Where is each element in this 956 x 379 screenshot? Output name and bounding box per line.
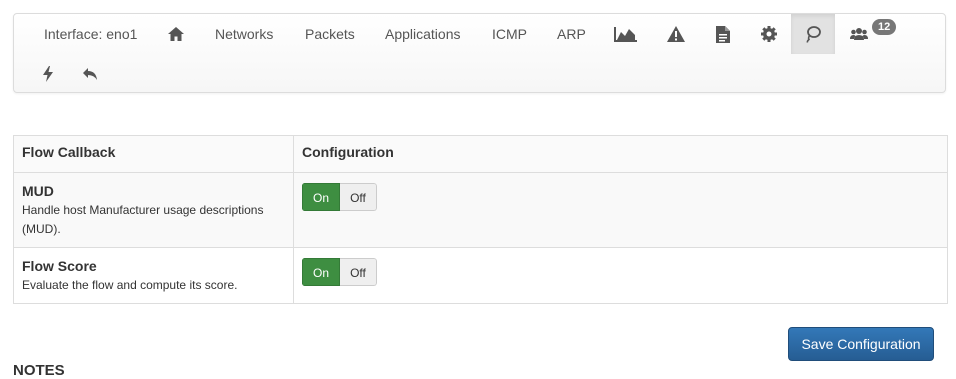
area-chart-icon[interactable] — [614, 14, 638, 54]
table-row: Flow Score Evaluate the flow and compute… — [13, 247, 948, 304]
toggle-off-button[interactable]: Off — [340, 183, 377, 211]
lasso-icon[interactable] — [791, 14, 835, 54]
gear-icon[interactable] — [760, 14, 778, 54]
notes-heading: NOTES — [13, 362, 65, 379]
flow-score-toggle: On Off — [302, 258, 377, 286]
header-flow-callback: Flow Callback — [13, 135, 294, 173]
callback-title: Flow Score — [22, 258, 97, 274]
table-row: MUD Handle host Manufacturer usage descr… — [13, 172, 948, 248]
callback-description: Handle host Manufacturer usage descripti… — [22, 203, 264, 236]
nav-arp[interactable]: ARP — [557, 14, 586, 54]
home-icon[interactable] — [167, 14, 185, 54]
save-configuration-button[interactable]: Save Configuration — [788, 327, 934, 361]
interface-navbar: Interface: eno1 Networks Packets Applica… — [13, 13, 946, 93]
header-configuration: Configuration — [293, 135, 948, 173]
toggle-on-button[interactable]: On — [302, 183, 340, 211]
callback-description: Evaluate the flow and compute its score. — [22, 278, 238, 292]
warning-icon[interactable] — [666, 14, 686, 54]
flow-callbacks-table: Flow Callback Configuration MUD Handle h… — [13, 135, 948, 304]
hosts-count-badge: 12 — [872, 19, 897, 35]
interface-label[interactable]: Interface: eno1 — [44, 14, 137, 54]
toggle-off-button[interactable]: Off — [340, 258, 377, 286]
callback-title: MUD — [22, 183, 54, 199]
nav-packets[interactable]: Packets — [305, 14, 355, 54]
nav-icmp[interactable]: ICMP — [492, 14, 527, 54]
reply-icon[interactable] — [82, 54, 99, 94]
nav-applications[interactable]: Applications — [385, 14, 461, 54]
toggle-on-button[interactable]: On — [302, 258, 340, 286]
nav-networks[interactable]: Networks — [215, 14, 273, 54]
users-icon[interactable]: 12 — [850, 14, 900, 54]
mud-toggle: On Off — [302, 183, 377, 211]
bolt-icon[interactable] — [42, 54, 54, 94]
file-icon[interactable] — [715, 14, 731, 54]
